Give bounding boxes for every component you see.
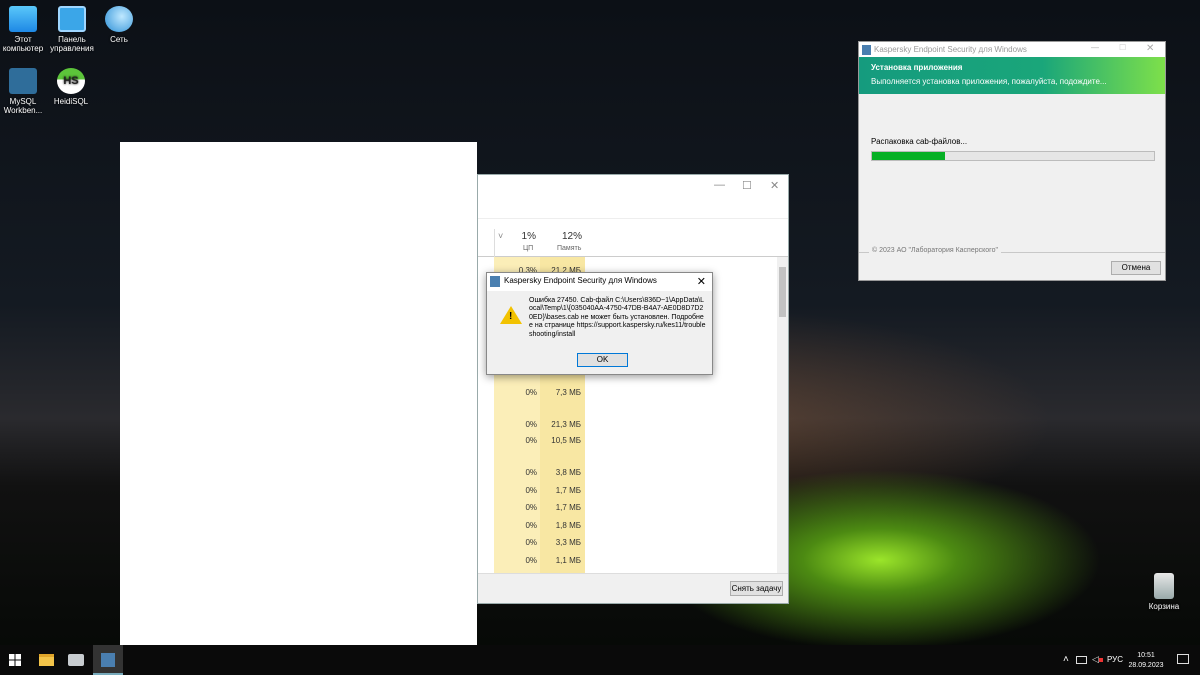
process-row[interactable]: 0% 21,3 МБ bbox=[494, 420, 585, 432]
maximize-button[interactable]: ☐ bbox=[742, 179, 752, 192]
cpu-value: 0% bbox=[525, 468, 537, 477]
memory-value: 7,3 МБ bbox=[555, 388, 581, 397]
cpu-value: 0% bbox=[525, 521, 537, 530]
memory-value: 1,7 МБ bbox=[555, 503, 581, 512]
memory-value: 3,8 МБ bbox=[555, 468, 581, 477]
process-row[interactable]: 0% 1,7 МБ bbox=[494, 503, 585, 515]
cpu-value: 0% bbox=[525, 486, 537, 495]
date: 28.09.2023 bbox=[1128, 662, 1164, 669]
end-task-button[interactable]: Снять задачу bbox=[730, 581, 783, 596]
server-manager-icon[interactable] bbox=[68, 654, 84, 666]
ok-button[interactable]: OK bbox=[577, 353, 628, 367]
memory-value: 1,1 МБ bbox=[555, 556, 581, 565]
memory-value: 21,3 МБ bbox=[551, 420, 581, 429]
cpu-value: 0% bbox=[525, 556, 537, 565]
header-subtitle: Выполняется установка приложения, пожалу… bbox=[871, 77, 1107, 86]
chevron-up-icon[interactable]: ˄ bbox=[1063, 654, 1069, 665]
task-manager-window: — ☐ ✕ ˅ 1% ЦП 12% Память 0,3% 21,2 МБ 0%… bbox=[477, 174, 789, 604]
memory-total[interactable]: 12% bbox=[562, 231, 582, 242]
clock[interactable]: 10:51 28.09.2023 bbox=[1128, 651, 1164, 671]
header-title: Установка приложения bbox=[871, 63, 963, 72]
recycle-bin-icon bbox=[1154, 573, 1174, 599]
taskbar-kaspersky-setup[interactable] bbox=[93, 645, 123, 675]
footer-bar: Снять задачу bbox=[478, 573, 788, 603]
desktop-icon-heidisql[interactable]: HS HeidiSQL bbox=[45, 68, 97, 106]
memory-value: 1,7 МБ bbox=[555, 486, 581, 495]
network-icon bbox=[105, 6, 133, 32]
dialog-title: Kaspersky Endpoint Security для Windows bbox=[504, 276, 657, 285]
progress-bar bbox=[871, 151, 1155, 161]
mysql-workbench-icon bbox=[9, 68, 37, 94]
cpu-column-header[interactable]: ЦП bbox=[523, 245, 533, 252]
memory-column-header[interactable]: Память bbox=[557, 245, 581, 252]
process-row[interactable]: 0% 1,1 МБ bbox=[494, 556, 585, 568]
error-message: Ошибка 27450. Cab-файл C:\Users\836D~1\A… bbox=[529, 297, 706, 338]
process-row[interactable]: 0% 1,8 МБ bbox=[494, 521, 585, 533]
desktop-icon-mysql-workbench[interactable]: MySQL Workben... bbox=[0, 68, 49, 115]
warning-exclamation: ! bbox=[509, 311, 513, 322]
minimize-button[interactable]: — bbox=[714, 179, 725, 191]
dialog-title-bar: Kaspersky Endpoint Security для Windows … bbox=[487, 273, 712, 291]
cpu-value: 0% bbox=[525, 436, 537, 445]
installer-icon bbox=[101, 653, 115, 667]
cpu-value: 0% bbox=[525, 538, 537, 547]
memory-value: 10,5 МБ bbox=[551, 436, 581, 445]
process-row[interactable]: 0% 3,8 МБ bbox=[494, 468, 585, 480]
tab-strip bbox=[478, 205, 788, 219]
start-button[interactable] bbox=[9, 654, 21, 666]
process-row[interactable]: 0% 10,5 МБ bbox=[494, 436, 585, 448]
process-row[interactable]: 0% 1,7 МБ bbox=[494, 486, 585, 498]
volume-icon[interactable]: ◁ bbox=[1092, 654, 1103, 665]
progress-status: Распаковка cab-файлов... bbox=[871, 137, 968, 146]
installer-title: Kaspersky Endpoint Security для Windows bbox=[874, 45, 1027, 54]
memory-value: 3,3 МБ bbox=[555, 538, 581, 547]
column-headers: ˅ 1% ЦП 12% Память bbox=[478, 229, 788, 257]
notifications-icon[interactable] bbox=[1177, 654, 1189, 664]
close-button[interactable]: ✕ bbox=[1146, 43, 1154, 54]
cpu-value: 0% bbox=[525, 503, 537, 512]
time: 10:51 bbox=[1137, 652, 1155, 659]
desktop-icon-network[interactable]: Сеть bbox=[93, 6, 145, 44]
control-panel-icon bbox=[58, 6, 86, 32]
close-icon[interactable]: ✕ bbox=[697, 275, 706, 288]
desktop-icon-control-panel[interactable]: Панель управления bbox=[46, 6, 98, 53]
installer-title-bar: Kaspersky Endpoint Security для Windows … bbox=[859, 42, 1165, 57]
computer-icon bbox=[9, 6, 37, 32]
copyright: © 2023 АО "Лаборатория Касперского" bbox=[869, 247, 1001, 254]
installer-window: Kaspersky Endpoint Security для Windows … bbox=[858, 41, 1166, 281]
kaspersky-app-icon bbox=[490, 276, 500, 287]
scrollbar-thumb[interactable] bbox=[779, 267, 786, 317]
maximize-button[interactable]: ☐ bbox=[1119, 43, 1126, 52]
cpu-value: 0% bbox=[525, 420, 537, 429]
scrollbar[interactable] bbox=[777, 257, 788, 573]
taskbar: ˄ ◁ РУС 10:51 28.09.2023 bbox=[0, 645, 1200, 675]
minimize-button[interactable]: — bbox=[1091, 43, 1099, 52]
installer-header: Установка приложения Выполняется установ… bbox=[859, 57, 1165, 94]
network-tray-icon[interactable] bbox=[1076, 656, 1087, 664]
sort-chevron-icon[interactable]: ˅ bbox=[498, 231, 503, 241]
error-dialog: Kaspersky Endpoint Security для Windows … bbox=[486, 272, 713, 375]
process-row[interactable]: 0% 3,3 МБ bbox=[494, 538, 585, 550]
cpu-value: 0% bbox=[525, 388, 537, 397]
kaspersky-app-icon bbox=[862, 45, 871, 55]
heidisql-icon: HS bbox=[57, 68, 85, 94]
close-button[interactable]: ✕ bbox=[770, 179, 779, 192]
blank-window-area bbox=[120, 142, 477, 645]
cancel-button[interactable]: Отмена bbox=[1111, 261, 1161, 275]
memory-value: 1,8 МБ bbox=[555, 521, 581, 530]
desktop-icon-this-pc[interactable]: Этот компьютер bbox=[0, 6, 49, 53]
desktop-icon-recycle-bin[interactable]: Корзина bbox=[1138, 573, 1190, 611]
file-explorer-icon[interactable] bbox=[39, 654, 54, 666]
cpu-total[interactable]: 1% bbox=[518, 231, 536, 242]
process-row[interactable]: 0% 7,3 МБ bbox=[494, 388, 585, 400]
progress-fill bbox=[872, 152, 946, 160]
language-indicator[interactable]: РУС bbox=[1107, 655, 1123, 664]
